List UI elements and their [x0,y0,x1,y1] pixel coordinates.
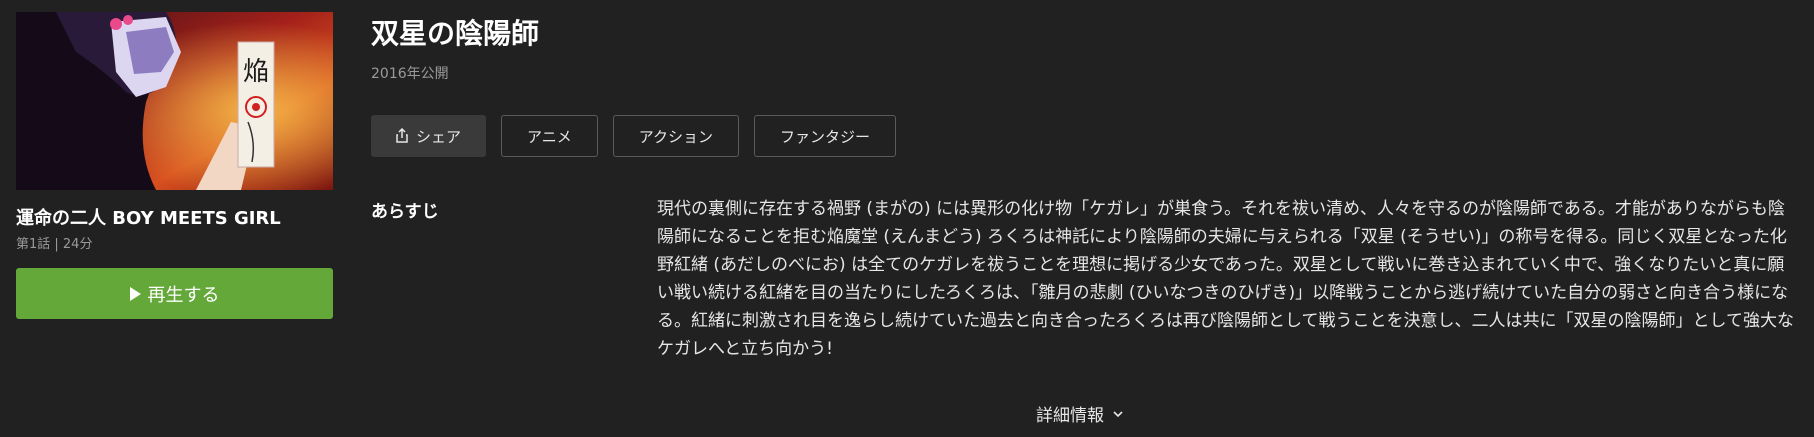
tag-label: ファンタジー [779,127,870,146]
episode-title: 運命の二人 BOY MEETS GIRL [16,208,281,229]
share-button-label: シェア [416,127,462,146]
tag-label: アニメ [527,127,572,146]
tag-action[interactable]: アクション [612,115,739,157]
talisman-glyph: 焔 [243,57,269,87]
title-detail-page: 焔 運命の二人 BOY MEETS GIRL 第1話 | 24分 再生する 双星… [0,0,1814,437]
synopsis-text: 現代の裏側に存在する禍野 (まがの) には異形の化け物「ケガレ」が巣食う。それを… [657,199,1794,359]
share-icon [396,128,408,143]
tag-label: アクション [638,127,713,146]
details-label: 詳細情報 [1036,406,1104,426]
tag-bar: シェア アニメ アクション ファンタジー [371,115,896,157]
play-button-label: 再生する [147,284,220,306]
tag-fantasy[interactable]: ファンタジー [753,115,896,157]
play-button[interactable]: 再生する [16,268,333,319]
share-button[interactable]: シェア [371,115,487,157]
synopsis-label: あらすじ [371,202,439,222]
release-year: 2016年公開 [371,66,449,82]
thumbnail-artwork: 焔 [16,12,333,190]
page-title: 双星の陰陽師 [371,17,540,50]
chevron-down-icon [1113,410,1123,417]
tag-anime[interactable]: アニメ [501,115,598,157]
play-icon [129,286,141,301]
episode-meta: 第1話 | 24分 [16,237,93,252]
episode-thumbnail[interactable]: 焔 [16,12,333,190]
details-toggle[interactable]: 詳細情報 [1036,401,1124,426]
